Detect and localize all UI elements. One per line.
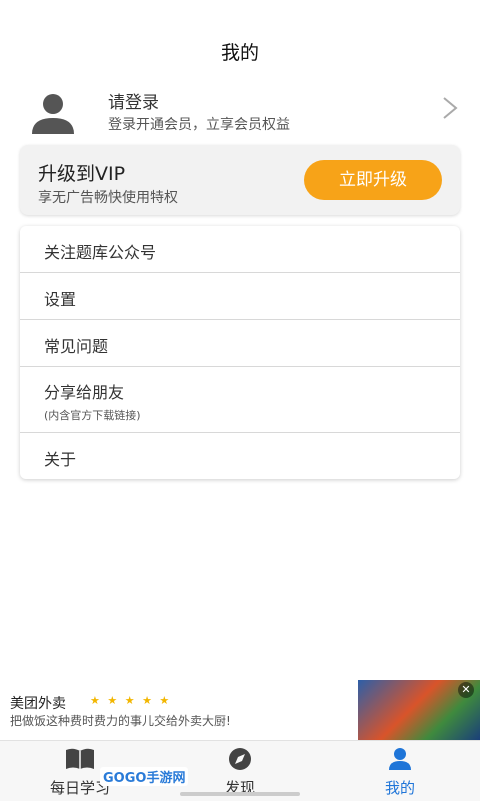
home-indicator	[180, 792, 300, 796]
compass-icon	[229, 748, 251, 770]
ad-description: 把做饭这种费时费力的事儿交给外卖大厨!	[10, 714, 231, 728]
chevron-right-icon	[443, 97, 458, 119]
ad-banner[interactable]: 美团外卖 ★ ★ ★ ★ ★ 把做饭这种费时费力的事儿交给外卖大厨! ✕	[0, 678, 480, 740]
vip-subtitle: 享无广告畅快使用特权	[38, 190, 178, 206]
menu-item-label: 关注题库公众号	[44, 243, 157, 262]
menu-item-settings[interactable]: 设置	[20, 273, 460, 320]
menu-item-follow-account[interactable]: 关注题库公众号	[20, 226, 460, 273]
menu-item-share[interactable]: 分享给朋友 (内含官方下载链接)	[20, 367, 460, 433]
login-title: 请登录	[108, 93, 159, 113]
upgrade-button[interactable]: 立即升级	[304, 160, 442, 200]
menu-item-faq[interactable]: 常见问题	[20, 320, 460, 367]
book-icon	[66, 748, 94, 769]
menu-item-label: 关于	[44, 450, 77, 469]
menu-item-label: 设置	[44, 290, 77, 309]
ad-title: 美团外卖	[10, 696, 66, 712]
vip-title: 升级到VIP	[38, 163, 126, 185]
tab-label: 我的	[384, 779, 415, 797]
menu-item-label: 分享给朋友	[44, 383, 125, 402]
settings-menu: 关注题库公众号 设置 常见问题 分享给朋友 (内含官方下载链接) 关于	[20, 226, 460, 479]
menu-item-sublabel: (内含官方下载链接)	[44, 409, 141, 422]
avatar-icon	[32, 94, 74, 134]
ad-rating: ★ ★ ★ ★ ★	[90, 694, 172, 707]
login-row[interactable]: 请登录 登录开通会员，立享会员权益	[0, 78, 480, 138]
menu-item-label: 常见问题	[44, 337, 109, 356]
watermark-logo: GOGO手游网	[100, 767, 189, 786]
login-subtitle: 登录开通会员，立享会员权益	[108, 117, 290, 133]
vip-card: 升级到VIP 享无广告畅快使用特权 立即升级	[20, 145, 460, 215]
person-icon	[389, 748, 411, 770]
page-title: 我的	[220, 42, 259, 64]
close-icon[interactable]: ✕	[458, 682, 474, 698]
menu-item-about[interactable]: 关于	[20, 433, 460, 479]
tab-mine[interactable]: 我的	[320, 741, 480, 801]
